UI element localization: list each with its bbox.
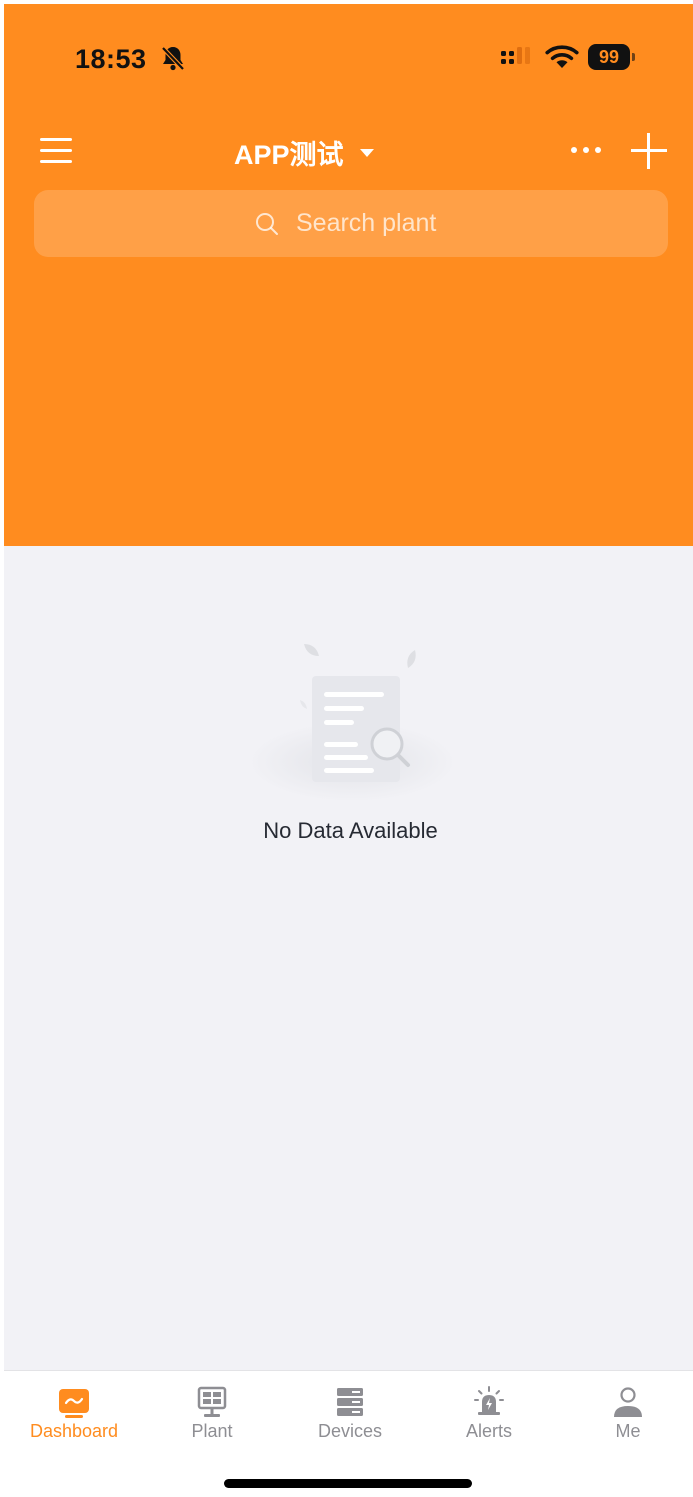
tab-label-dashboard: Dashboard	[29, 1421, 119, 1441]
empty-document-search-icon	[244, 634, 460, 809]
battery-tip	[632, 53, 635, 61]
search-input[interactable]: Search plant	[34, 190, 668, 257]
alarm-light-icon	[472, 1385, 506, 1419]
header: 18:53 99 APP测试 Search plant	[4, 4, 693, 546]
page-title: APP测试	[234, 139, 344, 170]
home-indicator	[224, 1479, 472, 1488]
bottom-tab-bar: Dashboard Plant Devices Alerts Me	[4, 1370, 693, 1497]
plus-icon[interactable]	[630, 132, 668, 170]
tab-me[interactable]: Me	[568, 1385, 688, 1455]
server-stack-icon	[333, 1385, 367, 1419]
tab-devices[interactable]: Devices	[290, 1385, 410, 1455]
tab-label-plant: Plant	[191, 1421, 233, 1441]
solar-panel-icon	[195, 1385, 229, 1419]
hamburger-menu-icon[interactable]	[38, 136, 76, 166]
wifi-icon	[544, 44, 580, 75]
more-horizontal-icon[interactable]	[569, 146, 603, 156]
battery-icon: 99	[588, 44, 630, 70]
search-placeholder: Search plant	[296, 209, 437, 237]
status-bar: 18:53 99	[4, 4, 693, 114]
plant-group-selector[interactable]: APP测试	[234, 132, 374, 172]
bell-slash-icon	[160, 44, 186, 77]
tab-dashboard[interactable]: Dashboard	[14, 1385, 134, 1455]
cellular-signal-icon	[501, 47, 535, 74]
tab-plant[interactable]: Plant	[152, 1385, 272, 1455]
empty-state-message: No Data Available	[263, 818, 438, 843]
user-icon	[611, 1385, 645, 1419]
caret-down-icon	[359, 149, 374, 157]
dashboard-icon	[57, 1385, 91, 1419]
tab-alerts[interactable]: Alerts	[429, 1385, 549, 1455]
tab-label-alerts: Alerts	[465, 1421, 512, 1441]
tab-label-me: Me	[615, 1421, 641, 1441]
tab-label-devices: Devices	[317, 1421, 383, 1441]
app-screen: 18:53 99 APP测试 Search plant No Data Avai…	[4, 4, 693, 1497]
status-time: 18:53	[75, 44, 147, 74]
search-icon	[254, 211, 280, 242]
